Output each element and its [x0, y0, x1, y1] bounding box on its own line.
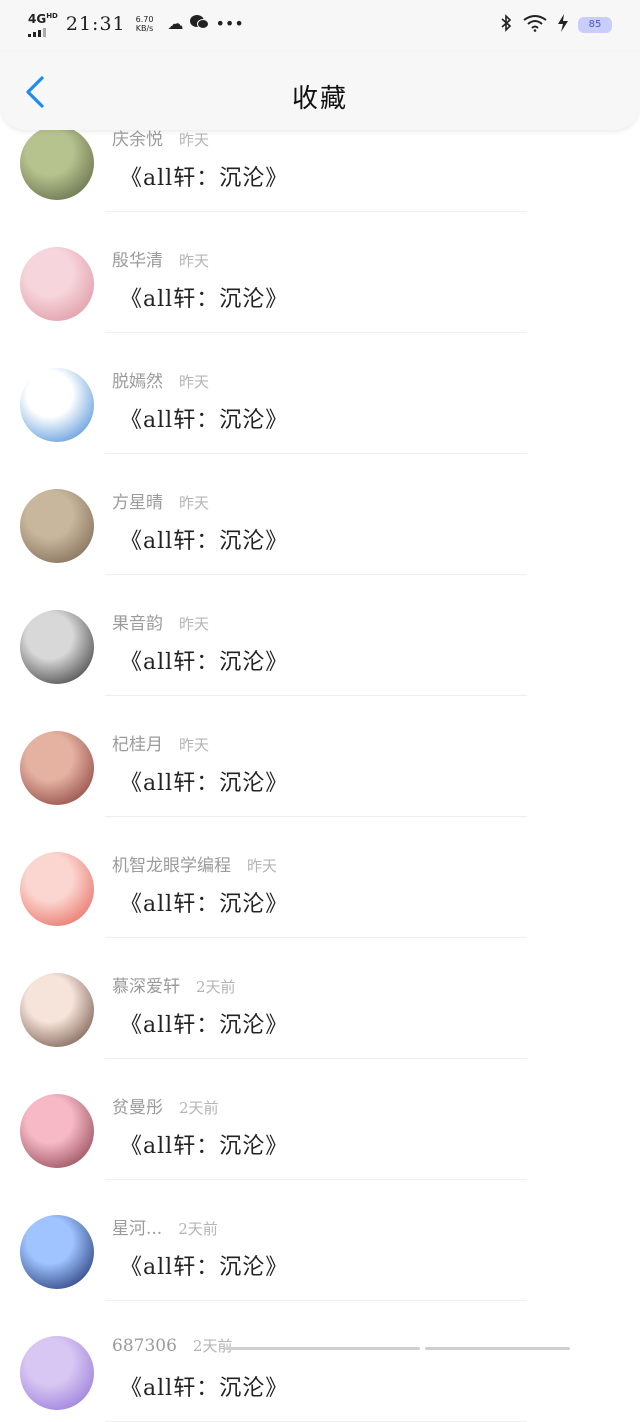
item-meta: 殷华清 昨天: [112, 246, 209, 271]
item-meta: 慕深爱轩 2天前: [112, 972, 236, 997]
avatar[interactable]: [20, 489, 94, 563]
network-hd: HD: [46, 12, 58, 20]
list-item[interactable]: 杞桂月 昨天《all轩：沉沦》: [0, 696, 640, 817]
bottom-scroll-indicator: [0, 1345, 640, 1351]
content-title[interactable]: 《all轩：沉沦》: [120, 644, 288, 676]
item-time: 昨天: [179, 494, 210, 512]
battery-indicator: 85: [578, 17, 612, 33]
page-title: 收藏: [291, 84, 348, 114]
item-time: 2天前: [179, 1099, 219, 1117]
avatar[interactable]: [20, 973, 94, 1047]
list-item[interactable]: 机智龙眼学编程 昨天《all轩：沉沦》: [0, 817, 640, 938]
avatar[interactable]: [20, 731, 94, 805]
item-meta: 机智龙眼学编程 昨天: [112, 851, 277, 876]
more-notifications-icon: •••: [215, 14, 244, 33]
item-time: 2天前: [178, 1220, 218, 1238]
charging-icon: [558, 14, 568, 36]
list-item[interactable]: 687306 2天前 《all轩：沉沦》: [0, 1301, 640, 1422]
item-time: 昨天: [179, 373, 210, 391]
item-meta: 果音韵 昨天: [112, 609, 209, 634]
favorites-list: 庆余悦 昨天 《all轩：沉沦》 殷华清 昨天 《all轩：沉沦》 脱嫣然 昨天 《all轩：沉…: [0, 91, 640, 1422]
item-time: 2天前: [196, 978, 236, 996]
net-speed-unit: KB/s: [135, 23, 154, 33]
item-time: 昨天: [179, 736, 210, 754]
wifi-icon: [522, 14, 548, 36]
network-type: 4G: [28, 12, 47, 26]
content-title[interactable]: 《all轩：沉沦》: [120, 1249, 288, 1281]
author-name[interactable]: 杞桂月: [112, 735, 163, 755]
author-name[interactable]: 脱嫣然: [112, 372, 163, 392]
author-name[interactable]: 星河...: [112, 1219, 162, 1239]
avatar[interactable]: [20, 247, 94, 321]
list-item[interactable]: 贫曼彤 2天前《all轩：沉沦》: [0, 1059, 640, 1180]
net-speed-value: 6.70: [135, 14, 154, 24]
content-title[interactable]: 《all轩：沉沦》: [120, 886, 288, 918]
clock: 21:31: [65, 12, 126, 35]
item-meta: 杞桂月 昨天: [112, 730, 209, 755]
item-time: 昨天: [179, 252, 210, 270]
content-title[interactable]: 《all轩：沉沦》: [120, 523, 288, 555]
bluetooth-icon: [500, 14, 512, 36]
list-item[interactable]: 殷华清 昨天《all轩：沉沦》: [0, 212, 640, 333]
list-item[interactable]: 慕深爱轩 2天前《all轩：沉沦》: [0, 938, 640, 1059]
avatar[interactable]: [20, 1094, 94, 1168]
item-time: 昨天: [179, 131, 210, 149]
item-time: 昨天: [179, 615, 210, 633]
avatar[interactable]: [20, 610, 94, 684]
author-name[interactable]: 慕深爱轩: [112, 977, 180, 997]
content-title[interactable]: 《all轩：沉沦》: [120, 1007, 288, 1039]
item-time: 昨天: [247, 857, 278, 875]
author-name[interactable]: 方星晴: [112, 493, 163, 513]
network-indicator: 4GHD: [28, 10, 58, 37]
status-bar: 4GHD 21:31 6.70 KB/s ☁ ••• 85: [0, 0, 640, 52]
content-title[interactable]: 《all轩：沉沦》: [120, 160, 288, 192]
content-title[interactable]: 《all轩：沉沦》: [120, 281, 288, 313]
list-item[interactable]: 脱嫣然 昨天《all轩：沉沦》: [0, 333, 640, 454]
signal-icon: [28, 27, 58, 37]
avatar[interactable]: [20, 852, 94, 926]
cloud-icon: ☁: [167, 14, 184, 33]
list-item[interactable]: 方星晴 昨天《all轩：沉沦》: [0, 454, 640, 575]
item-meta: 星河... 2天前: [112, 1214, 218, 1239]
author-name[interactable]: 果音韵: [112, 614, 163, 634]
author-name[interactable]: 殷华清: [112, 251, 163, 271]
avatar[interactable]: [20, 368, 94, 442]
avatar[interactable]: [20, 1215, 94, 1289]
wechat-icon: [189, 14, 210, 34]
content-title[interactable]: 《all轩：沉沦》: [120, 1370, 288, 1402]
author-name[interactable]: 贫曼彤: [112, 1098, 163, 1118]
item-meta: 方星晴 昨天: [112, 488, 209, 513]
content-title[interactable]: 《all轩：沉沦》: [120, 402, 288, 434]
net-speed: 6.70 KB/s: [136, 15, 154, 33]
item-meta: 贫曼彤 2天前: [112, 1093, 219, 1118]
author-name[interactable]: 庆余悦: [112, 130, 163, 150]
avatar[interactable]: [20, 126, 94, 200]
list-item[interactable]: 星河... 2天前《all轩：沉沦》: [0, 1180, 640, 1301]
header-bar: 收藏: [0, 52, 640, 130]
list-item[interactable]: 果音韵 昨天《all轩：沉沦》: [0, 575, 640, 696]
content-title[interactable]: 《all轩：沉沦》: [120, 765, 288, 797]
content-title[interactable]: 《all轩：沉沦》: [120, 1128, 288, 1160]
item-meta: 脱嫣然 昨天: [112, 367, 209, 392]
author-name[interactable]: 机智龙眼学编程: [112, 856, 231, 876]
